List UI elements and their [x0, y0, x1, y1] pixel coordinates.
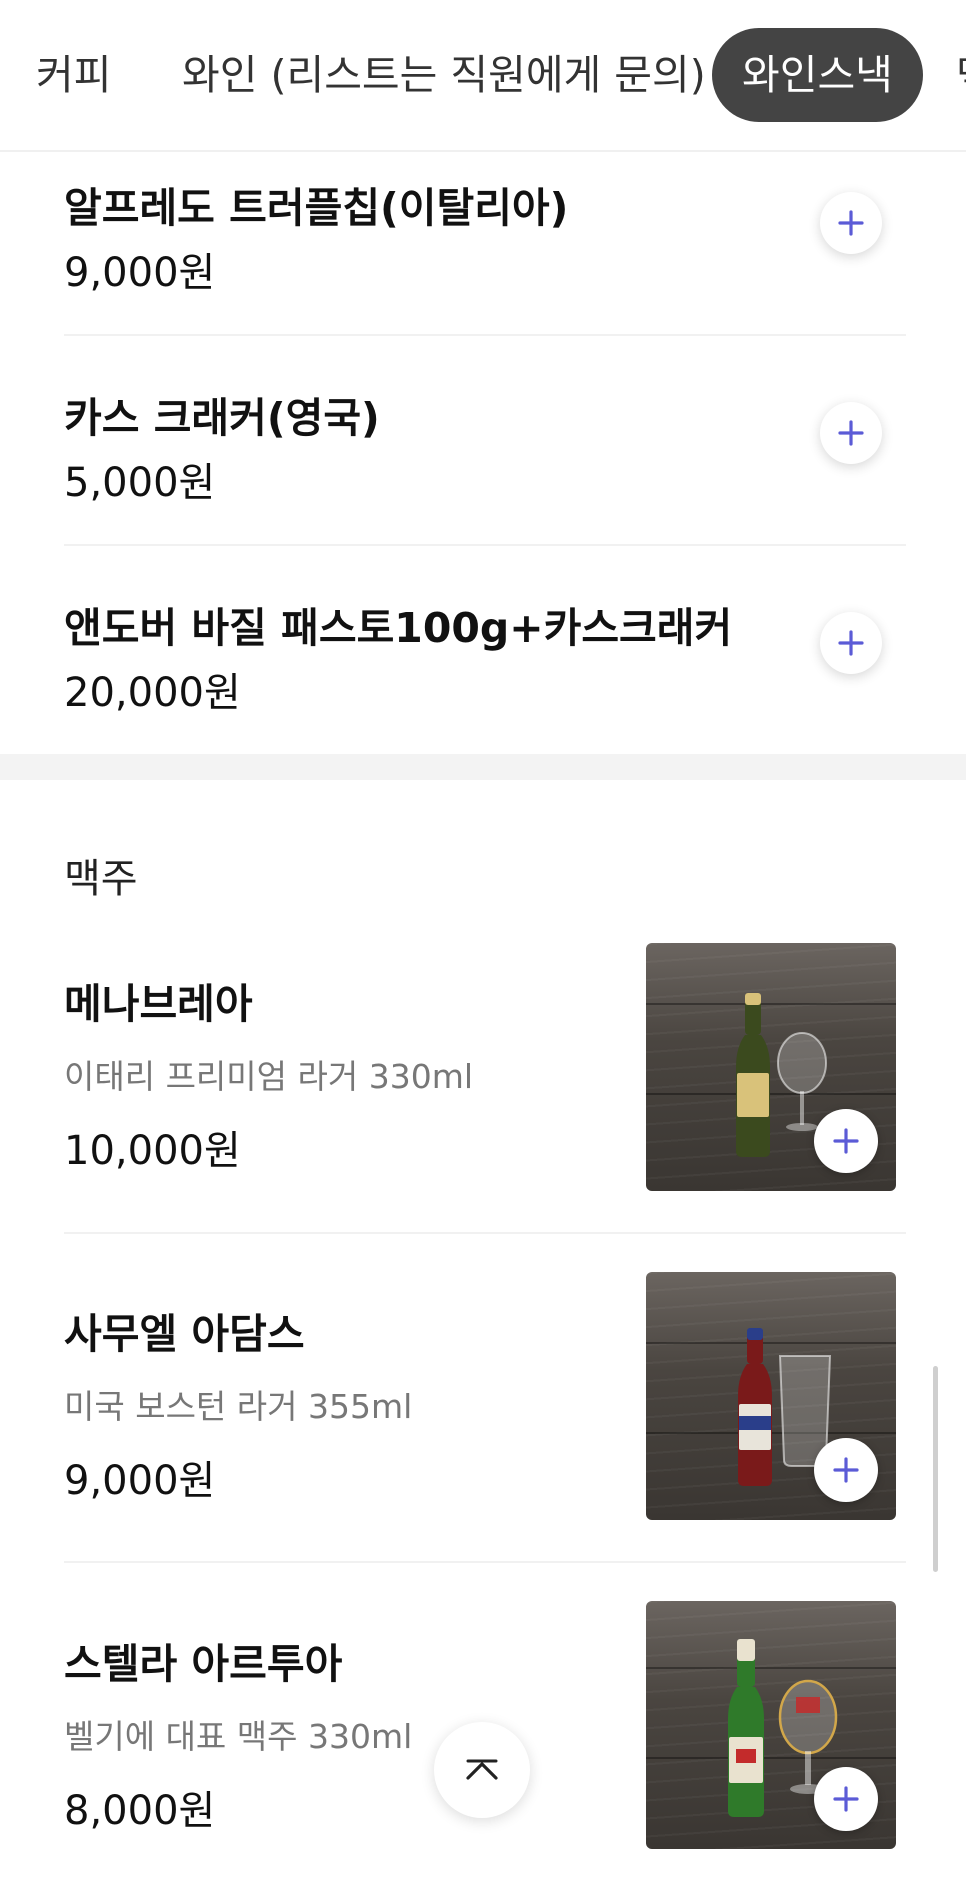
add-button[interactable] [814, 1109, 878, 1173]
item-price: 10,000원 [64, 1128, 241, 1174]
tab-coffee[interactable]: 커피 [36, 28, 111, 122]
section-divider [0, 754, 966, 780]
add-button[interactable] [820, 612, 882, 674]
item-photo[interactable] [646, 1272, 896, 1520]
item-photo[interactable] [646, 1601, 896, 1849]
item-description: 벨기에 대표 맥주 330ml [64, 1717, 413, 1756]
divider [64, 1561, 906, 1563]
item-name: 앤도버 바질 패스토100g+카스크래커 [64, 604, 733, 652]
tab-beer[interactable]: 맥 [956, 28, 966, 122]
plus-icon [833, 1457, 859, 1483]
divider [64, 334, 906, 336]
add-button[interactable] [814, 1767, 878, 1831]
plus-icon [833, 1786, 859, 1812]
item-name: 카스 크래커(영국) [64, 394, 380, 442]
plus-icon [833, 1128, 859, 1154]
item-name: 스텔라 아르투아 [64, 1640, 343, 1688]
add-button[interactable] [820, 402, 882, 464]
divider [64, 544, 906, 546]
item-description: 이태리 프리미엄 라거 330ml [64, 1057, 474, 1096]
item-price: 20,000원 [64, 670, 241, 716]
chevron-up-icon [466, 1759, 498, 1780]
section-title-beer: 맥주 [64, 856, 138, 902]
item-photo[interactable] [646, 943, 896, 1191]
menu-item[interactable]: 알프레도 트러플칩(이탈리아) 9,000원 [64, 170, 906, 330]
item-price: 8,000원 [64, 1788, 216, 1834]
menu-item[interactable]: 카스 크래커(영국) 5,000원 [64, 380, 906, 540]
item-description: 미국 보스턴 라거 355ml [64, 1387, 413, 1426]
scrollbar[interactable] [933, 1366, 938, 1572]
tab-wine[interactable]: 와인 (리스트는 직원에게 문의) [182, 28, 706, 122]
item-price: 9,000원 [64, 250, 216, 296]
item-price: 9,000원 [64, 1458, 216, 1504]
scroll-to-top-button[interactable] [434, 1722, 530, 1818]
plus-icon [838, 210, 864, 236]
tab-wine-snack[interactable]: 와인스낵 [712, 28, 923, 122]
plus-icon [838, 630, 864, 656]
item-name: 메나브레아 [64, 980, 253, 1028]
item-name: 알프레도 트러플칩(이탈리아) [64, 184, 569, 232]
item-name: 사무엘 아담스 [64, 1310, 305, 1358]
plus-icon [838, 420, 864, 446]
category-tabs: 커피 와인 (리스트는 직원에게 문의) 와인스낵 맥 [0, 0, 966, 152]
item-price: 5,000원 [64, 460, 216, 506]
add-button[interactable] [814, 1438, 878, 1502]
menu-item[interactable]: 앤도버 바질 패스토100g+카스크래커 20,000원 [64, 590, 906, 750]
add-button[interactable] [820, 192, 882, 254]
divider [64, 1232, 906, 1234]
